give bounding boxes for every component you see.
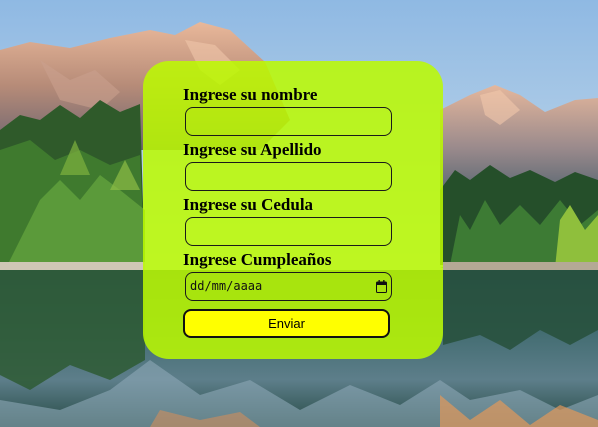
registration-form-card: Ingrese su nombre Ingrese su Apellido In… bbox=[143, 61, 443, 359]
enviar-button[interactable]: Enviar bbox=[183, 309, 390, 338]
nombre-input[interactable] bbox=[185, 107, 392, 136]
cedula-input[interactable] bbox=[185, 217, 392, 246]
cumpleanos-label: Ingrese Cumpleaños bbox=[183, 250, 332, 269]
apellido-input[interactable] bbox=[185, 162, 392, 191]
cedula-label: Ingrese su Cedula bbox=[183, 195, 314, 214]
date-placeholder: dd/mm/aaaa bbox=[190, 279, 263, 293]
apellido-label: Ingrese su Apellido bbox=[183, 140, 322, 159]
nombre-label: Ingrese su nombre bbox=[183, 85, 318, 104]
cumpleanos-date-input[interactable]: dd/mm/aaaa bbox=[185, 272, 392, 301]
calendar-icon[interactable] bbox=[376, 280, 387, 293]
